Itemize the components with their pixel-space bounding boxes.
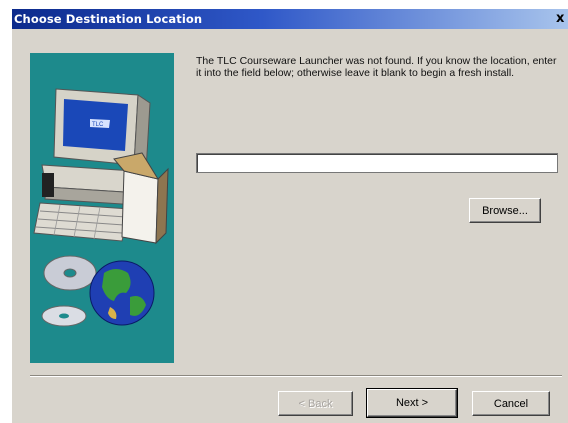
destination-path-input[interactable] (196, 153, 558, 173)
window-title: Choose Destination Location (14, 12, 203, 26)
svg-text:TLC: TLC (92, 122, 104, 128)
back-button[interactable]: < Back (278, 391, 353, 416)
close-icon[interactable]: x (556, 10, 568, 27)
keyboard-icon (33, 202, 131, 242)
wizard-illustration: TLC (30, 53, 174, 363)
browse-button[interactable]: Browse... (469, 198, 541, 223)
install-message: The TLC Courseware Launcher was not foun… (196, 55, 557, 79)
illustration-graphic: TLC (33, 88, 169, 327)
next-button[interactable]: Next > (366, 388, 458, 418)
title-bar[interactable]: Choose Destination Location x (12, 9, 568, 29)
cancel-button[interactable]: Cancel (472, 391, 550, 416)
button-divider (30, 375, 562, 377)
cd-disc-icon (41, 255, 97, 327)
setup-dialog-window: Choose Destination Location x TLC The TL… (12, 9, 568, 423)
globe-icon (89, 260, 155, 326)
